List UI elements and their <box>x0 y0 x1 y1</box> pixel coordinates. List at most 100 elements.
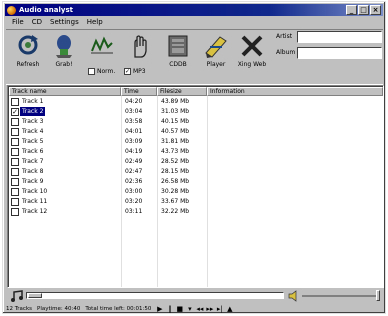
track-filesize: 40.15 Mb <box>161 118 190 125</box>
column-header-information[interactable]: Information <box>207 87 383 96</box>
norm-check-box[interactable] <box>88 68 95 75</box>
track-filesize: 33.67 Mb <box>161 198 190 205</box>
forward-icon[interactable]: ▸▸ <box>206 305 213 313</box>
speaker-icon <box>288 290 297 302</box>
column-header-track-name[interactable]: Track name <box>9 87 121 96</box>
mp3-label: MP3 <box>133 68 146 75</box>
track-time: 03:09 <box>125 138 143 145</box>
position-slider[interactable] <box>26 292 284 299</box>
status-playtime: Playtime: 40:40 <box>37 306 81 312</box>
close-button[interactable]: × <box>370 5 381 15</box>
track-time: 04:01 <box>125 128 143 135</box>
maximize-button[interactable]: □ <box>358 5 369 15</box>
menu-cd[interactable]: CD <box>32 17 42 28</box>
mp3-check-box[interactable]: ✓ <box>124 68 131 75</box>
toolbar: Refresh Grab! Norm. ✓ MP3 CDDB Player Xi… <box>6 29 383 85</box>
pause-icon[interactable]: ‖ <box>166 305 173 313</box>
menu-settings[interactable]: Settings <box>50 17 79 28</box>
track-time: 02:47 <box>125 168 143 175</box>
title-bar[interactable]: Audio analyst _ □ × <box>5 4 383 16</box>
player-button[interactable]: Player <box>198 33 234 68</box>
volume-thumb[interactable] <box>376 290 380 301</box>
next-track-icon[interactable]: ▸| <box>216 305 223 313</box>
track-filesize: 40.57 Mb <box>161 128 190 135</box>
artist-field[interactable] <box>297 31 382 43</box>
track-list[interactable]: Track name Time Filesize Information Tra… <box>7 85 384 288</box>
track-row[interactable]: Track 3 03:58 40.15 Mb <box>9 117 383 127</box>
album-label: Album <box>276 49 296 56</box>
refresh-icon <box>18 35 38 55</box>
track-filesize: 30.28 Mb <box>161 188 190 195</box>
column-header-filesize[interactable]: Filesize <box>157 87 207 96</box>
xing-web-label: Xing Web <box>237 61 267 68</box>
track-row[interactable]: Track 6 04:19 43.73 Mb <box>9 147 383 157</box>
track-row[interactable]: Track 7 02:49 28.52 Mb <box>9 157 383 167</box>
track-name: Track 2 <box>20 107 46 116</box>
track-checkbox[interactable] <box>11 208 19 216</box>
xing-web-button[interactable]: Xing Web <box>234 33 270 68</box>
artist-label: Artist <box>276 33 293 40</box>
marker-icon[interactable]: ▾ <box>186 305 193 313</box>
stop-icon[interactable]: ■ <box>176 305 184 313</box>
track-row[interactable]: Track 12 03:11 32.22 Mb <box>9 207 383 217</box>
mp3-checkbox[interactable]: ✓ MP3 <box>124 68 146 75</box>
grab-icon <box>56 35 72 58</box>
xing-x-icon <box>241 35 263 57</box>
track-name: Track 5 <box>22 138 44 145</box>
track-filesize: 31.81 Mb <box>161 138 190 145</box>
grab-button[interactable]: Grab! <box>46 33 82 68</box>
rewind-icon[interactable]: ◂◂ <box>196 305 203 313</box>
status-bar: 12 Tracks Playtime: 40:40 Total time lef… <box>6 304 384 314</box>
track-checkbox[interactable] <box>11 148 19 156</box>
menu-help[interactable]: Help <box>87 17 103 28</box>
track-filesize: 26.58 Mb <box>161 178 190 185</box>
track-row[interactable]: Track 5 03:09 31.81 Mb <box>9 137 383 147</box>
track-checkbox[interactable] <box>11 118 19 126</box>
play-icon[interactable]: ▶ <box>156 305 163 313</box>
track-row[interactable]: ✓ Track 2 03:04 31.03 Mb <box>9 107 383 117</box>
track-row[interactable]: Track 8 02:47 28.15 Mb <box>9 167 383 177</box>
track-checkbox[interactable] <box>11 198 19 206</box>
eject-icon[interactable]: ▲ <box>226 305 233 313</box>
track-name: Track 10 <box>22 188 48 195</box>
menu-file[interactable]: File <box>12 17 24 28</box>
track-filesize: 43.73 Mb <box>161 148 190 155</box>
position-slider-thumb[interactable] <box>28 293 42 298</box>
track-time: 03:58 <box>125 118 143 125</box>
track-name: Track 11 <box>22 198 48 205</box>
volume-bar <box>6 289 383 303</box>
track-row[interactable]: Track 10 03:00 30.28 Mb <box>9 187 383 197</box>
column-header-time[interactable]: Time <box>121 87 157 96</box>
track-time: 03:11 <box>125 208 143 215</box>
norm-checkbox[interactable]: Norm. <box>88 68 115 75</box>
grab-label: Grab! <box>55 61 73 68</box>
track-checkbox[interactable] <box>11 178 19 186</box>
track-row[interactable]: Track 9 02:36 26.58 Mb <box>9 177 383 187</box>
refresh-button[interactable]: Refresh <box>10 33 46 68</box>
cddb-button[interactable]: CDDB <box>160 33 196 68</box>
track-checkbox[interactable] <box>11 188 19 196</box>
track-checkbox[interactable] <box>11 138 19 146</box>
track-name: Track 4 <box>22 128 44 135</box>
minimize-button[interactable]: _ <box>346 5 357 15</box>
track-checkbox[interactable] <box>11 158 19 166</box>
cddb-icon <box>168 35 188 57</box>
track-row[interactable]: Track 4 04:01 40.57 Mb <box>9 127 383 137</box>
track-checkbox[interactable] <box>11 168 19 176</box>
track-row[interactable]: Track 11 03:20 33.67 Mb <box>9 197 383 207</box>
window-title: Audio analyst <box>19 6 73 14</box>
track-time: 04:19 <box>125 148 143 155</box>
track-checkbox[interactable]: ✓ <box>11 108 19 116</box>
track-row[interactable]: Track 1 04:20 43.89 Mb <box>9 97 383 107</box>
volume-track[interactable] <box>302 295 378 297</box>
album-field[interactable] <box>297 47 382 59</box>
track-name: Track 3 <box>22 118 44 125</box>
status-track-count: 12 Tracks <box>6 306 33 312</box>
track-name: Track 7 <box>22 158 44 165</box>
track-time: 02:36 <box>125 178 143 185</box>
track-checkbox[interactable] <box>11 98 19 106</box>
track-name: Track 8 <box>22 168 44 175</box>
track-name: Track 1 <box>22 98 44 105</box>
track-time: 03:20 <box>125 198 143 205</box>
track-checkbox[interactable] <box>11 128 19 136</box>
